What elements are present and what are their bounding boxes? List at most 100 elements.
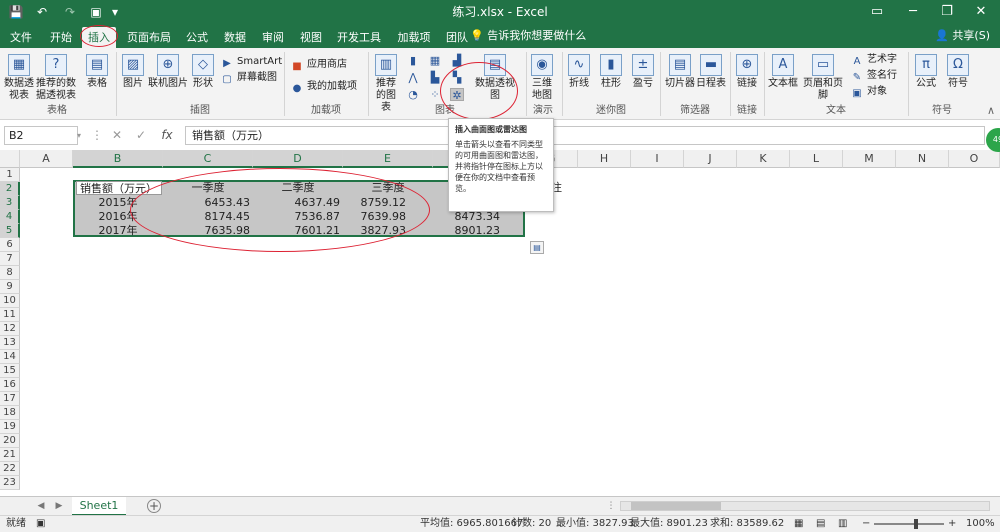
row-header[interactable]: 17 [0, 392, 20, 406]
row-header[interactable]: 15 [0, 364, 20, 378]
online-pictures-button[interactable]: ⊕ 联机图片 [148, 54, 188, 90]
column-header[interactable]: J [684, 150, 737, 168]
row-header[interactable]: 21 [0, 448, 20, 462]
row-header[interactable]: 19 [0, 420, 20, 434]
tab-addins[interactable]: 加载项 [392, 27, 436, 48]
textbox-button[interactable]: A 文本框 [768, 54, 798, 90]
slicer-button[interactable]: ▤ 切片器 [664, 54, 696, 90]
row-header[interactable]: 20 [0, 434, 20, 448]
share-button[interactable]: 👤 共享(S) [935, 28, 990, 44]
horizontal-scrollbar[interactable] [620, 501, 990, 511]
row-header[interactable]: 5 [0, 224, 20, 238]
column-header[interactable]: I [631, 150, 684, 168]
name-box[interactable]: B2 [4, 126, 78, 145]
smartart-button[interactable]: ▶ SmartArt [220, 55, 282, 70]
cancel-icon[interactable]: ✕ [106, 126, 128, 145]
line-chart-icon[interactable]: ⋀ [406, 71, 420, 84]
statistic-chart-icon[interactable]: ▙ [428, 71, 442, 84]
signature-line-button[interactable]: ✎ 签名行 [850, 69, 897, 84]
row-header[interactable]: 3 [0, 196, 20, 210]
table-button[interactable]: ▤ 表格 [84, 54, 110, 90]
sparkline-winloss-button[interactable]: ± 盈亏 [630, 54, 656, 90]
recommended-pivot-button[interactable]: ? 推荐的数据透视表 [36, 54, 76, 102]
3d-map-button[interactable]: ◉ 三维地图 [528, 54, 556, 102]
shapes-button[interactable]: ◇ 形状 [190, 54, 216, 90]
sparkline-column-button[interactable]: ▮ 柱形 [598, 54, 624, 90]
formula-input[interactable]: 销售额（万元） [185, 126, 985, 145]
column-header[interactable]: A [20, 150, 73, 168]
zoom-in-icon[interactable]: + [948, 516, 956, 532]
macro-record-icon[interactable]: ▣ [36, 516, 45, 532]
row-header[interactable]: 12 [0, 322, 20, 336]
page-layout-view-icon[interactable]: ▤ [816, 516, 825, 532]
tab-review[interactable]: 审阅 [256, 27, 290, 48]
row-header[interactable]: 13 [0, 336, 20, 350]
tab-split-icon[interactable]: ⋮ [604, 499, 618, 513]
sheet-tab[interactable]: Sheet1 [72, 497, 126, 516]
floating-badge[interactable]: 49 [986, 128, 1000, 152]
object-button[interactable]: ▣ 对象 [850, 85, 887, 100]
row-header[interactable]: 6 [0, 238, 20, 252]
tab-view[interactable]: 视图 [294, 27, 328, 48]
wordart-button[interactable]: A 艺术字 [850, 53, 897, 68]
row-header[interactable]: 23 [0, 476, 20, 490]
header-footer-button[interactable]: ▭ 页眉和页脚 [800, 54, 846, 102]
ribbon-display-options-icon[interactable]: ▭ [860, 0, 894, 24]
normal-view-icon[interactable]: ▦ [794, 516, 803, 532]
tab-team[interactable]: 团队 [440, 27, 474, 48]
column-header[interactable]: E [343, 150, 433, 168]
tab-file[interactable]: 文件 [4, 27, 38, 48]
tab-data[interactable]: 数据 [218, 27, 252, 48]
scrollbar-thumb[interactable] [631, 502, 721, 510]
select-all-corner[interactable] [0, 150, 20, 168]
row-header[interactable]: 10 [0, 294, 20, 308]
tell-me-box[interactable]: 💡 告诉我你想要做什么 [470, 28, 586, 44]
row-header[interactable]: 22 [0, 462, 20, 476]
symbol-button[interactable]: Ω 符号 [944, 54, 972, 90]
zoom-out-icon[interactable]: − [862, 516, 870, 532]
row-header[interactable]: 11 [0, 308, 20, 322]
row-header[interactable]: 4 [0, 210, 20, 224]
column-header[interactable]: K [737, 150, 790, 168]
pictures-button[interactable]: ▨ 图片 [120, 54, 146, 90]
collapse-ribbon-icon[interactable]: ∧ [984, 104, 998, 117]
enter-icon[interactable]: ✓ [130, 126, 152, 145]
table-cell[interactable]: 8901.23 [433, 224, 503, 238]
screenshot-button[interactable]: ▢ 屏幕截图 [220, 71, 277, 86]
column-header[interactable]: N [896, 150, 949, 168]
link-button[interactable]: ⊕ 链接 [734, 54, 760, 90]
column-header[interactable]: B [73, 150, 163, 168]
column-header[interactable]: O [949, 150, 1000, 168]
minimize-button[interactable]: ─ [896, 0, 930, 24]
column-header[interactable]: C [163, 150, 253, 168]
quick-analysis-icon[interactable]: ▤ [530, 241, 544, 254]
column-header[interactable]: M [843, 150, 896, 168]
tab-developer[interactable]: 开发工具 [332, 27, 386, 48]
sparkline-line-button[interactable]: ∿ 折线 [566, 54, 592, 90]
column-chart-icon[interactable]: ▮ [406, 54, 420, 67]
row-header[interactable]: 18 [0, 406, 20, 420]
column-header[interactable]: H [578, 150, 631, 168]
tab-page-layout[interactable]: 页面布局 [122, 27, 176, 48]
page-break-view-icon[interactable]: ▥ [838, 516, 847, 532]
column-header[interactable]: L [790, 150, 843, 168]
table-cell[interactable]: 8473.34 [433, 210, 503, 224]
tab-formulas[interactable]: 公式 [180, 27, 214, 48]
restore-button[interactable]: ❐ [930, 0, 964, 24]
column-header[interactable]: D [253, 150, 343, 168]
prev-sheet-icon[interactable]: ◀ [34, 499, 48, 513]
row-header[interactable]: 9 [0, 280, 20, 294]
my-addins-button[interactable]: ● 我的加载项 [290, 80, 357, 95]
insert-function-icon[interactable]: fx [156, 126, 178, 145]
row-header[interactable]: 16 [0, 378, 20, 392]
zoom-level[interactable]: 100% [966, 516, 995, 532]
equation-button[interactable]: π 公式 [912, 54, 940, 90]
close-button[interactable]: ✕ [964, 0, 998, 24]
store-button[interactable]: ■ 应用商店 [290, 58, 347, 73]
pie-chart-icon[interactable]: ◔ [406, 88, 420, 101]
row-header[interactable]: 14 [0, 350, 20, 364]
add-sheet-icon[interactable]: + [147, 499, 161, 513]
zoom-slider-thumb[interactable] [914, 519, 918, 529]
row-header[interactable]: 1 [0, 168, 20, 182]
tab-home[interactable]: 开始 [44, 27, 78, 48]
